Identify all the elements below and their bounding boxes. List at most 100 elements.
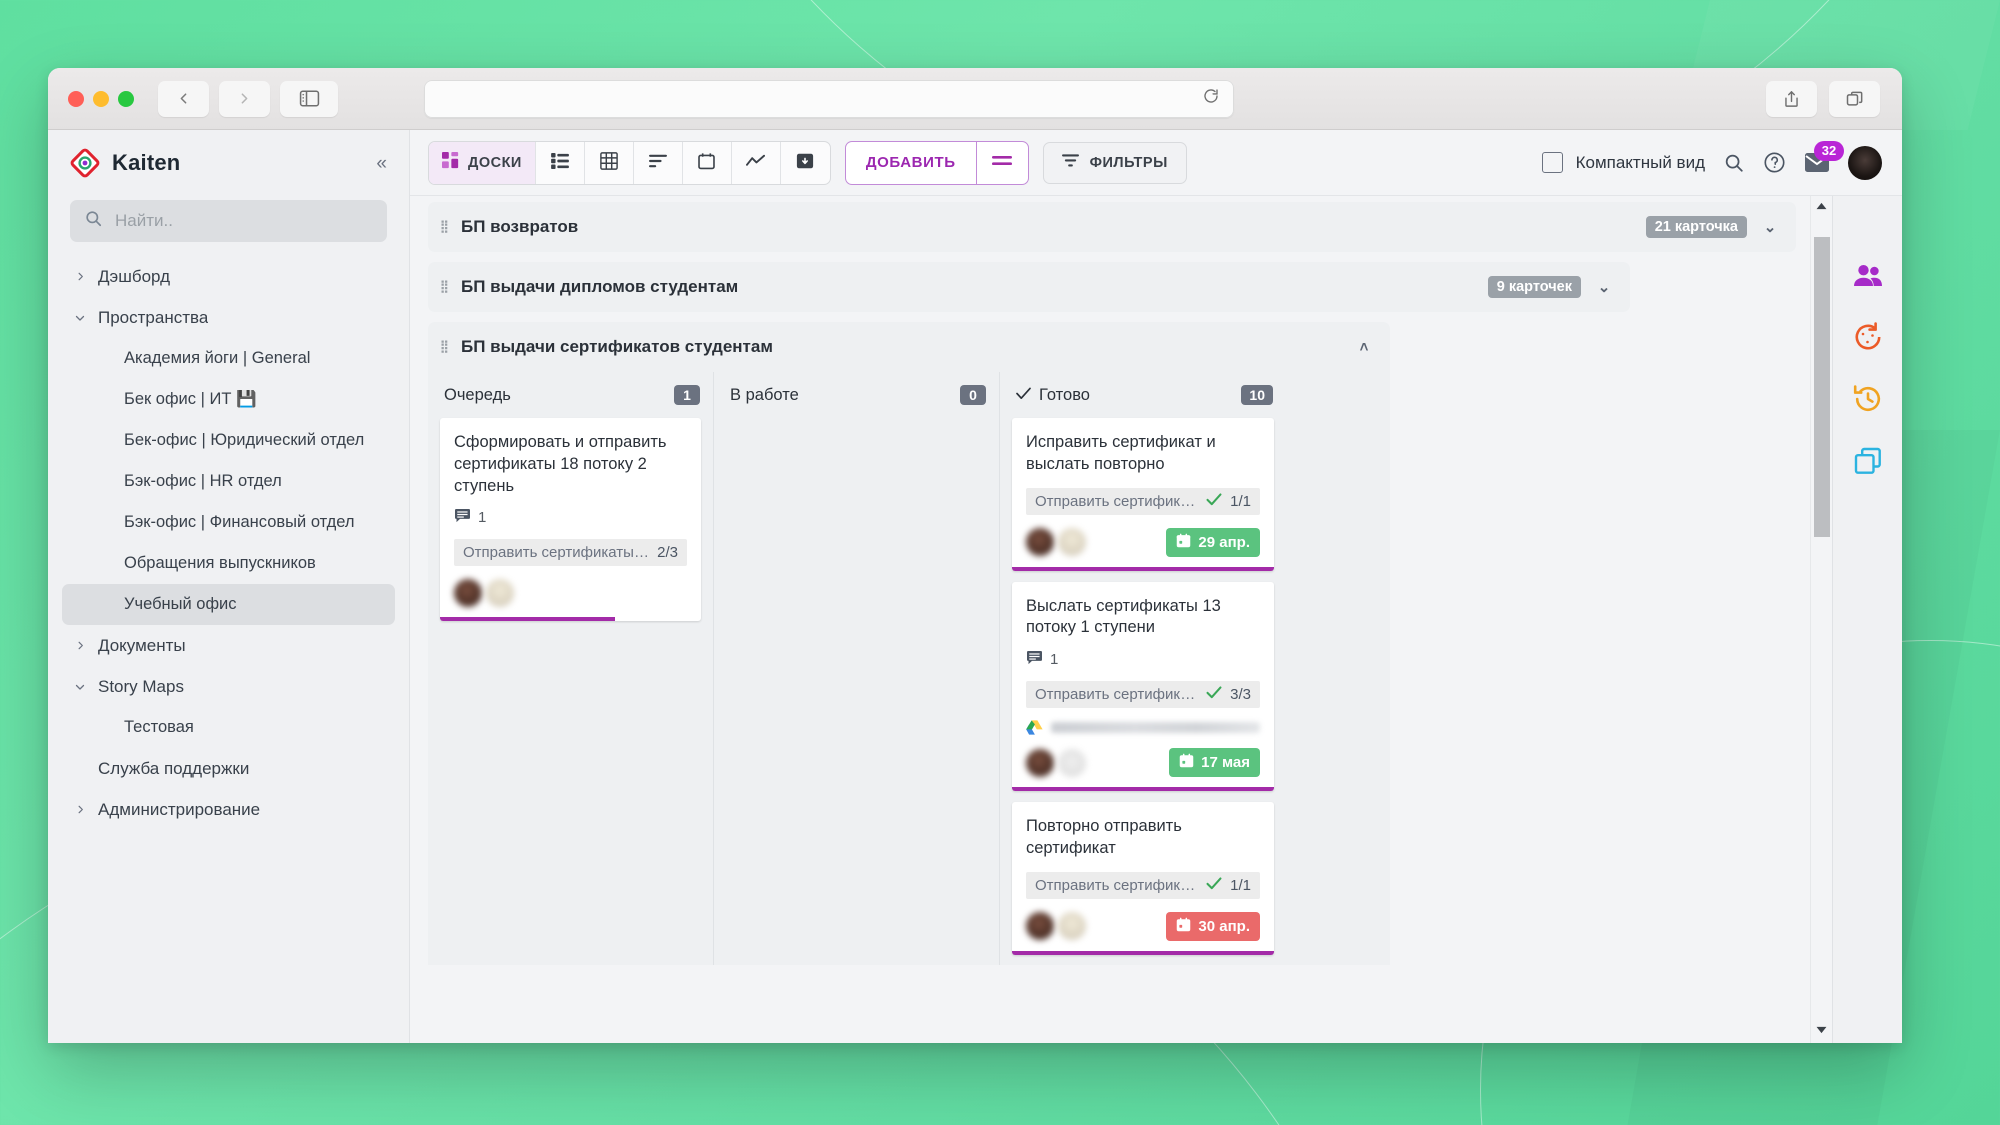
card[interactable]: Выслать сертификаты 13 потоку 1 ступени …: [1012, 581, 1274, 792]
chevron-down-icon[interactable]: ⌄: [1758, 218, 1782, 236]
minimize-window-button[interactable]: [93, 90, 109, 107]
sidebar-item-test-map[interactable]: Тестовая: [62, 707, 395, 748]
sidebar-item-backoffice-hr[interactable]: Бэк-офис | HR отдел: [62, 461, 395, 502]
card-attachment-link[interactable]: [1026, 720, 1260, 735]
avatar[interactable]: [1026, 528, 1054, 557]
avatar[interactable]: [1058, 748, 1086, 777]
drag-handle-icon[interactable]: ⣿: [440, 280, 450, 292]
scrollbar-track[interactable]: [1811, 219, 1832, 1020]
avatar[interactable]: [1026, 748, 1054, 777]
avatar[interactable]: [1058, 912, 1086, 941]
sidebar-search[interactable]: [70, 200, 387, 242]
history-icon[interactable]: [1851, 382, 1885, 416]
avatar[interactable]: [486, 579, 514, 608]
close-window-button[interactable]: [68, 90, 84, 107]
card-title: Сформировать и отправить сертификаты 18 …: [454, 433, 667, 495]
add-card-group: ДОБАВИТЬ: [844, 140, 1029, 185]
sidebar-item-study-office[interactable]: Учебный офис: [62, 584, 395, 625]
lane-header[interactable]: ⣿ БП выдачи сертификатов студентам ˄: [428, 322, 1390, 372]
sidebar-item-backoffice-legal[interactable]: Бек-офис | Юридический отдел: [62, 420, 395, 461]
tab-overview-icon[interactable]: [1829, 80, 1880, 117]
drag-handle-icon[interactable]: ⣿: [440, 220, 450, 232]
card-due-date[interactable]: 30 апр.: [1166, 911, 1260, 941]
checklist-count: 3/3: [1230, 686, 1251, 704]
card-checklist[interactable]: Отправить сертификаты сту… 1/1: [1026, 487, 1260, 515]
lane-collapsed[interactable]: ⣿ БП выдачи дипломов студентам 9 карточе…: [428, 262, 1630, 312]
sidebar-item-backoffice-it[interactable]: Бек офис | ИТ 💾: [62, 379, 395, 420]
tab-archive[interactable]: [781, 142, 830, 184]
card-checklist[interactable]: Отправить сертификаты сту… 3/3: [1026, 681, 1260, 709]
sidebar-item-support[interactable]: Служба поддержки: [62, 748, 395, 789]
drag-handle-icon[interactable]: ⣿: [440, 340, 450, 352]
scroll-down-arrow-icon[interactable]: [1816, 1020, 1827, 1043]
scrollbar-thumb[interactable]: [1814, 237, 1830, 537]
sidebar-item-label: Пространства: [98, 307, 209, 327]
board-vertical-scrollbar[interactable]: [1810, 196, 1832, 1043]
add-button[interactable]: ДОБАВИТЬ: [846, 142, 976, 184]
collapse-sidebar-button[interactable]: «: [376, 154, 387, 173]
comment-count-label: 1: [1050, 651, 1059, 669]
sidebar-item-spaces[interactable]: Пространства: [62, 297, 395, 338]
sidebar-toggle-icon[interactable]: [280, 80, 338, 117]
tab-boards[interactable]: ДОСКИ: [429, 141, 536, 184]
maximize-window-button[interactable]: [118, 90, 134, 107]
scroll-up-arrow-icon[interactable]: [1816, 196, 1827, 219]
people-icon[interactable]: [1851, 258, 1885, 292]
add-options-button[interactable]: [975, 141, 1028, 184]
sidebar-item-alumni-requests[interactable]: Обращения выпускников: [62, 543, 395, 584]
lane-header[interactable]: ⣿ БП возвратов 21 карточка ⌄: [428, 202, 1796, 252]
chevron-up-icon[interactable]: ˄: [1352, 339, 1376, 356]
address-bar[interactable]: [424, 79, 1234, 118]
sidebar-item-documents[interactable]: Документы: [62, 625, 395, 666]
card-due-date[interactable]: 29 апр.: [1166, 527, 1260, 557]
browser-window: Kaiten « Дэшборд: [48, 68, 1902, 1043]
avatar[interactable]: [454, 579, 482, 608]
card[interactable]: Повторно отправить сертификат Отправить …: [1012, 802, 1274, 955]
user-avatar[interactable]: [1848, 145, 1882, 180]
due-date-label: 17 мая: [1201, 754, 1250, 772]
sidebar-item-academy-yoga[interactable]: Академия йоги | General: [62, 338, 395, 379]
lane-card-count: 21 карточка: [1645, 216, 1747, 238]
tab-list[interactable]: [536, 141, 585, 184]
sidebar-item-dashboard[interactable]: Дэшборд: [62, 256, 395, 297]
filter-icon: [1061, 153, 1079, 172]
filters-button[interactable]: ФИЛЬТРЫ: [1042, 141, 1187, 184]
card-due-date[interactable]: 17 мая: [1169, 748, 1260, 778]
compact-view-checkbox[interactable]: [1541, 152, 1563, 173]
checklist-count: 1/1: [1230, 876, 1251, 894]
tab-table[interactable]: [585, 141, 634, 184]
sidebar-item-story-maps[interactable]: Story Maps: [62, 666, 395, 707]
compact-view-toggle[interactable]: Компактный вид: [1541, 152, 1705, 173]
column-cards: Сформировать и отправить сертификаты 18 …: [428, 418, 713, 622]
tab-chart[interactable]: [732, 141, 781, 184]
tab-sort[interactable]: [634, 141, 683, 184]
sidebar-item-backoffice-finance[interactable]: Бэк-офис | Финансовый отдел: [62, 502, 395, 543]
tab-calendar[interactable]: [683, 141, 732, 184]
share-icon[interactable]: [1766, 80, 1817, 117]
sidebar-item-administration[interactable]: Администрирование: [62, 789, 395, 830]
copy-layers-icon[interactable]: [1851, 444, 1885, 478]
forward-button[interactable]: [219, 80, 270, 117]
avatar[interactable]: [1026, 912, 1054, 941]
lane-collapsed[interactable]: ⣿ БП возвратов 21 карточка ⌄: [428, 202, 1796, 252]
sidebar-item-label: Академия йоги | General: [124, 349, 311, 367]
lane-header[interactable]: ⣿ БП выдачи дипломов студентам 9 карточе…: [428, 262, 1630, 312]
timer-icon[interactable]: [1851, 320, 1885, 354]
chevron-down-icon[interactable]: ⌄: [1592, 278, 1616, 296]
card-checklist[interactable]: Отправить сертификаты студент… 2/3: [454, 539, 687, 567]
mail-icon[interactable]: 32: [1804, 141, 1844, 173]
back-button[interactable]: [158, 80, 209, 117]
card-checklist[interactable]: Отправить сертификаты сту… 1/1: [1026, 871, 1260, 899]
card[interactable]: Исправить сертификат и выслать повторно …: [1012, 418, 1274, 571]
help-circle-icon[interactable]: [1763, 151, 1786, 174]
search-icon[interactable]: [1723, 152, 1745, 174]
search-input[interactable]: [115, 211, 373, 231]
column-title: Готово: [1039, 385, 1090, 404]
avatar[interactable]: [1058, 528, 1086, 557]
reload-icon[interactable]: [1202, 87, 1220, 110]
column-queue: Очередь 1 Сформировать и отправить серти…: [428, 372, 714, 965]
card[interactable]: Сформировать и отправить сертификаты 18 …: [440, 418, 701, 622]
chevron-down-icon: [72, 681, 88, 693]
lane-title: БП выдачи сертификатов студентам: [461, 337, 773, 356]
checklist-name: Отправить сертификаты студент…: [463, 544, 649, 562]
